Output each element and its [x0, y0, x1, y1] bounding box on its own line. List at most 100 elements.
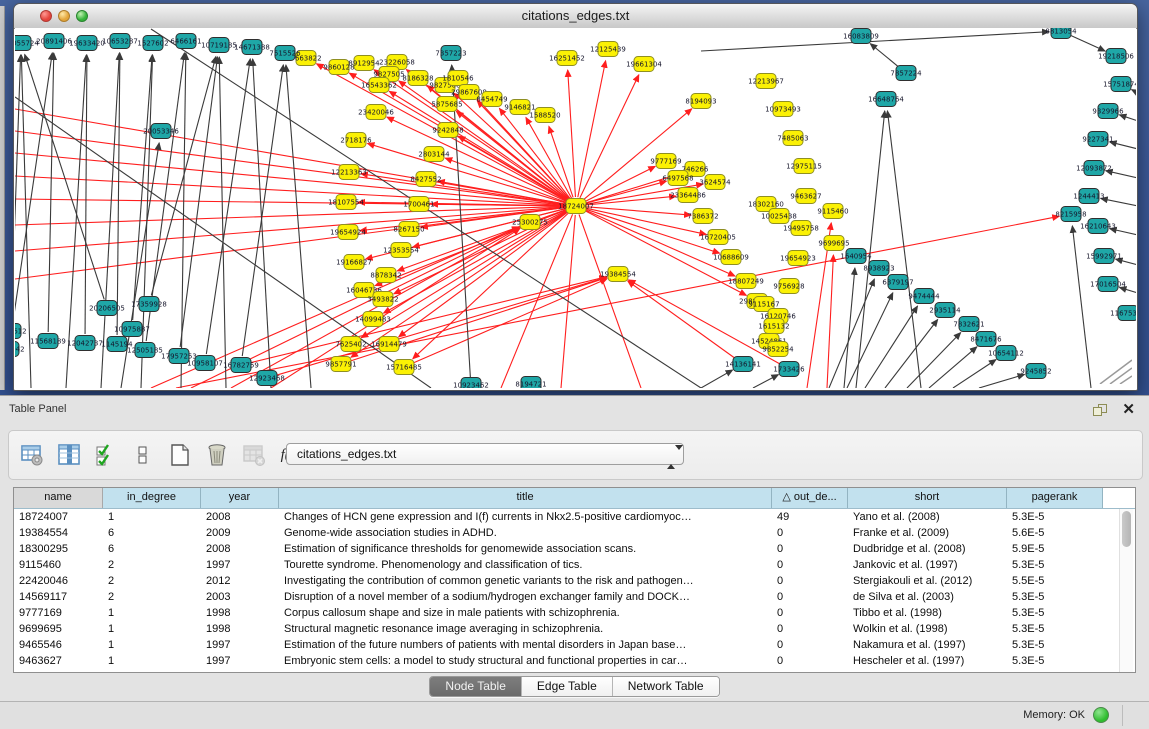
- graph-node[interactable]: 23364486: [670, 188, 706, 203]
- tab-network-table[interactable]: Network Table: [612, 677, 719, 696]
- table-cell[interactable]: 0: [772, 605, 848, 621]
- table-cell[interactable]: Stergiakouli et al. (2012): [848, 573, 1007, 589]
- citation-edge-black[interactable]: [885, 320, 938, 388]
- graph-node[interactable]: 19633420: [69, 36, 105, 51]
- citation-edge-red[interactable]: [578, 61, 606, 197]
- column-header-title[interactable]: title: [279, 488, 772, 508]
- graph-node[interactable]: 8194093: [685, 94, 716, 109]
- table-cell[interactable]: 5.3E-5: [1007, 509, 1103, 525]
- close-panel-icon[interactable]: ✕: [1122, 400, 1135, 418]
- graph-node[interactable]: 10688609: [713, 250, 749, 265]
- graph-node[interactable]: 9227341: [1082, 132, 1113, 147]
- table-cell[interactable]: Changes of HCN gene expression and I(f) …: [279, 509, 772, 525]
- citation-edge-black[interactable]: [870, 44, 899, 68]
- table-cell[interactable]: Corpus callosum shape and size in male p…: [279, 605, 772, 621]
- table-cell[interactable]: Genome-wide association studies in ADHD.: [279, 525, 772, 541]
- citation-edge-black[interactable]: [865, 306, 918, 388]
- table-cell[interactable]: 0: [772, 621, 848, 637]
- citation-edge-red[interactable]: [827, 255, 833, 388]
- citation-edge-black[interactable]: [1110, 142, 1136, 149]
- table-cell[interactable]: 5.3E-5: [1007, 637, 1103, 653]
- delete-column-icon[interactable]: [204, 442, 230, 468]
- table-row[interactable]: 946554611997Estimation of the future num…: [14, 637, 1135, 653]
- graph-node[interactable]: 2718176: [340, 133, 372, 148]
- node-table-body[interactable]: 1872400712008Changes of HCN gene express…: [14, 509, 1135, 669]
- table-cell[interactable]: 9115460: [14, 557, 103, 573]
- citation-edge-black[interactable]: [887, 111, 921, 388]
- graph-node[interactable]: 8471676: [970, 332, 1002, 347]
- delete-table-icon[interactable]: [241, 442, 267, 468]
- graph-node[interactable]: 9474444: [908, 289, 940, 304]
- new-column-icon[interactable]: [167, 442, 193, 468]
- graph-node[interactable]: 9245852: [1020, 364, 1051, 379]
- citation-edge-black[interactable]: [1069, 35, 1105, 51]
- citation-edge-black[interactable]: [1119, 115, 1136, 121]
- graph-node[interactable]: 7357223: [435, 46, 466, 61]
- graph-node[interactable]: 19166827: [336, 255, 372, 270]
- table-row[interactable]: 969969511998Structural magnetic resonanc…: [14, 621, 1135, 637]
- graph-node[interactable]: 1640954: [840, 249, 872, 264]
- citation-edge-red[interactable]: [367, 143, 567, 203]
- graph-node[interactable]: 9463627: [790, 189, 821, 204]
- table-row[interactable]: 1872400712008Changes of HCN gene express…: [14, 509, 1135, 525]
- graph-node[interactable]: 16720405: [700, 230, 736, 245]
- node-table[interactable]: namein_degreeyeartitle△ out_de...shortpa…: [13, 487, 1136, 673]
- table-cell[interactable]: 5.3E-5: [1007, 621, 1103, 637]
- column-header-out-de-[interactable]: △ out_de...: [772, 488, 848, 508]
- table-cell[interactable]: Investigating the contribution of common…: [279, 573, 772, 589]
- node-table-header[interactable]: namein_degreeyeartitle△ out_de...shortpa…: [14, 488, 1135, 509]
- table-cell[interactable]: 1997: [201, 557, 279, 573]
- table-cell[interactable]: Dudbridge et al. (2008): [848, 541, 1007, 557]
- table-cell[interactable]: 2008: [201, 541, 279, 557]
- table-cell[interactable]: Jankovic et al. (1997): [848, 557, 1007, 573]
- graph-node[interactable]: 6466161: [170, 34, 201, 49]
- table-cell[interactable]: 1997: [201, 653, 279, 669]
- graph-node[interactable]: 12353554: [383, 243, 419, 258]
- table-row[interactable]: 2242004622012Investigating the contribut…: [14, 573, 1135, 589]
- citation-edge-black[interactable]: [829, 279, 874, 388]
- graph-node[interactable]: 16648764: [868, 92, 904, 107]
- graph-node[interactable]: 8813054: [1045, 28, 1077, 39]
- table-cell[interactable]: 1: [103, 653, 201, 669]
- citation-edge-black[interactable]: [242, 65, 283, 356]
- table-cell[interactable]: Estimation of the future numbers of pati…: [279, 637, 772, 653]
- table-cell[interactable]: 6: [103, 525, 201, 541]
- graph-node[interactable]: 10975887: [114, 322, 150, 337]
- table-select-combo[interactable]: citations_edges.txt: [286, 443, 684, 465]
- table-cell[interactable]: 0: [772, 589, 848, 605]
- table-cell[interactable]: 2: [103, 557, 201, 573]
- citation-edge-black[interactable]: [15, 53, 52, 340]
- table-row[interactable]: 977716911998Corpus callosum shape and si…: [14, 605, 1135, 621]
- citation-edge-black[interactable]: [847, 293, 893, 388]
- table-cell[interactable]: 1: [103, 621, 201, 637]
- graph-node[interactable]: 9699695: [818, 236, 849, 251]
- table-cell[interactable]: Estimation of significance thresholds fo…: [279, 541, 772, 557]
- table-cell[interactable]: 5.3E-5: [1007, 653, 1103, 669]
- citation-edge-black[interactable]: [953, 360, 996, 388]
- table-cell[interactable]: 0: [772, 637, 848, 653]
- graph-node[interactable]: 9756928: [773, 279, 804, 294]
- citation-edge-black[interactable]: [219, 57, 226, 388]
- graph-node[interactable]: 8215958: [1055, 207, 1086, 222]
- citation-edge-red[interactable]: [585, 196, 676, 205]
- graph-node[interactable]: 7386372: [687, 209, 718, 224]
- graph-node[interactable]: 15992971: [1086, 249, 1122, 264]
- table-cell[interactable]: Wolkin et al. (1998): [848, 621, 1007, 637]
- graph-node[interactable]: 8194721: [515, 377, 546, 389]
- table-cell[interactable]: 18300295: [14, 541, 103, 557]
- graph-node[interactable]: 12125439: [590, 42, 626, 57]
- table-cell[interactable]: 1998: [201, 605, 279, 621]
- citation-edge-black[interactable]: [15, 55, 21, 322]
- graph-node[interactable]: 1700461: [403, 197, 434, 212]
- table-cell[interactable]: 2009: [201, 525, 279, 541]
- table-cell[interactable]: 5.3E-5: [1007, 605, 1103, 621]
- citation-edge-black[interactable]: [753, 375, 778, 388]
- table-cell[interactable]: 2: [103, 589, 201, 605]
- citation-edge-red[interactable]: [15, 199, 567, 206]
- citation-edge-red[interactable]: [579, 214, 641, 388]
- table-cell[interactable]: Tibbo et al. (1998): [848, 605, 1007, 621]
- graph-node[interactable]: 3624574: [699, 175, 731, 190]
- table-cell[interactable]: 0: [772, 557, 848, 573]
- tab-node-table[interactable]: Node Table: [430, 677, 521, 696]
- graph-node[interactable]: 2935114: [929, 303, 961, 318]
